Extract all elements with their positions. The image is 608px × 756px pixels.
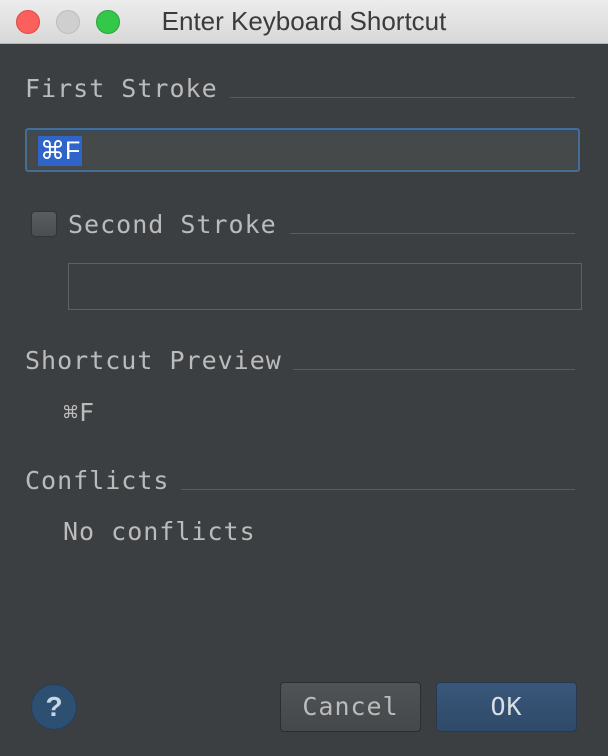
first-stroke-value: ⌘F [38, 136, 83, 166]
shortcut-preview-separator [293, 369, 575, 370]
conflicts-separator [181, 489, 575, 490]
help-button[interactable]: ? [31, 684, 77, 730]
shortcut-preview-value: ⌘F [63, 398, 96, 427]
window-title: Enter Keyboard Shortcut [0, 6, 608, 37]
keyboard-shortcut-dialog: Enter Keyboard Shortcut First Stroke ⌘F … [0, 0, 608, 756]
help-icon: ? [45, 691, 63, 722]
first-stroke-field[interactable]: ⌘F [25, 128, 580, 172]
cancel-button-label: Cancel [302, 692, 399, 721]
second-stroke-label[interactable]: Second Stroke [68, 210, 277, 239]
second-stroke-field[interactable] [68, 263, 582, 310]
shortcut-preview-label: Shortcut Preview [25, 346, 282, 375]
ok-button[interactable]: OK [436, 682, 577, 732]
first-stroke-separator [230, 97, 575, 98]
cancel-button[interactable]: Cancel [280, 682, 421, 732]
conflicts-value: No conflicts [63, 517, 256, 546]
conflicts-label: Conflicts [25, 466, 170, 495]
ok-button-label: OK [490, 692, 523, 721]
first-stroke-label: First Stroke [25, 74, 218, 103]
second-stroke-separator [290, 233, 575, 234]
window-title-text: Enter Keyboard Shortcut [161, 6, 447, 36]
title-bar: Enter Keyboard Shortcut [0, 0, 608, 44]
second-stroke-checkbox[interactable] [31, 211, 57, 237]
